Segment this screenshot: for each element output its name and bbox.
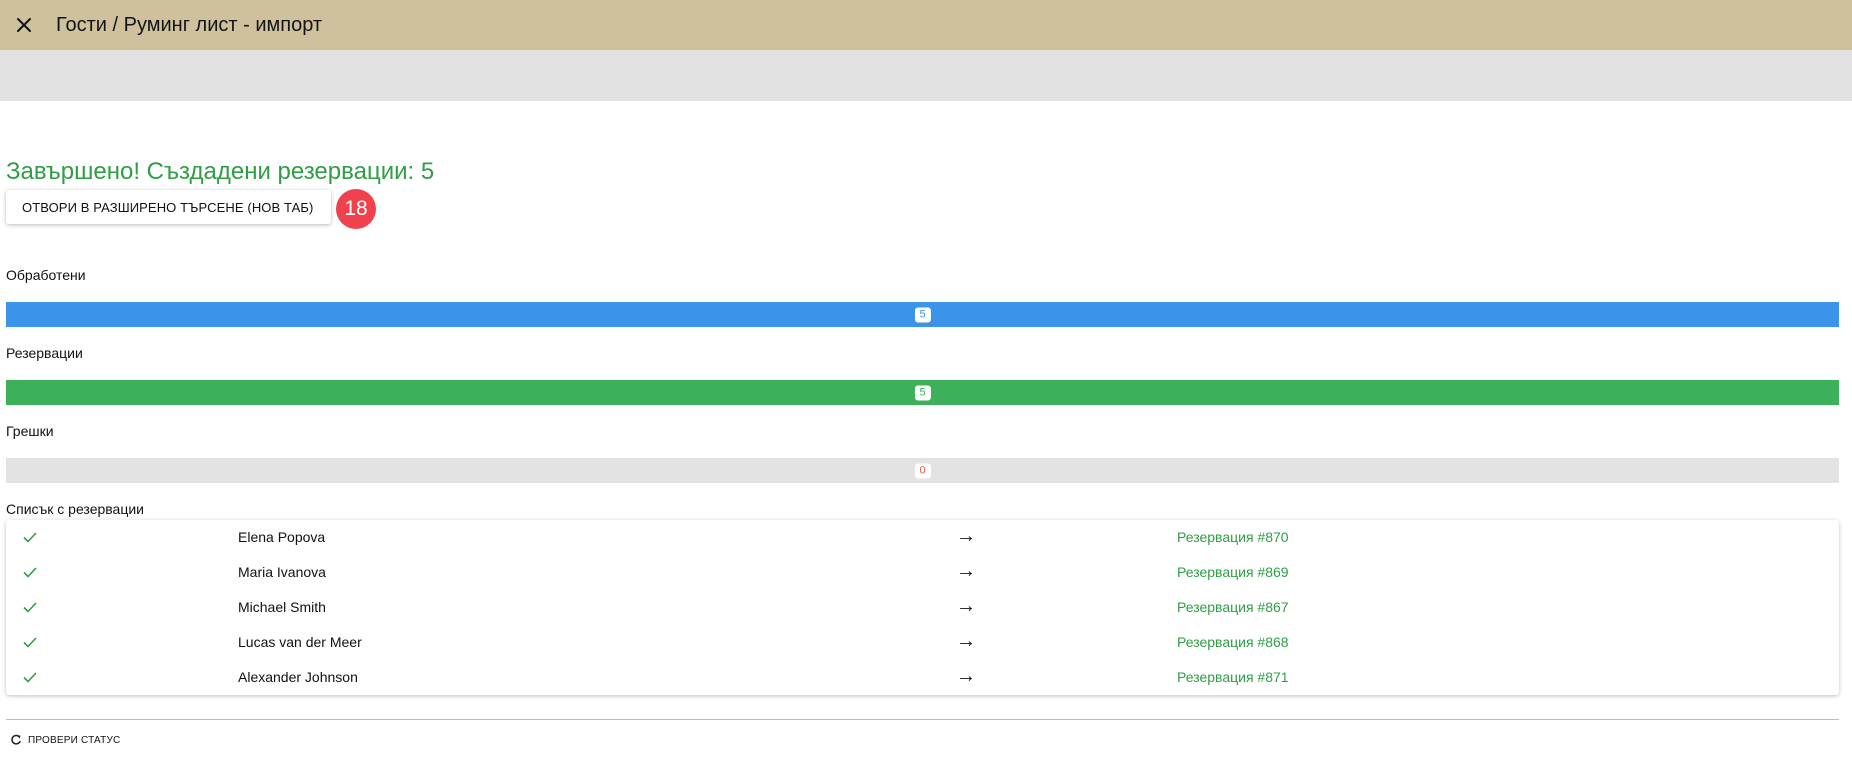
divider (6, 719, 1839, 720)
reservation-list: Elena Popova → Резервация #870 Maria Iva… (6, 520, 1839, 695)
arrow-icon: → (956, 525, 976, 547)
check-icon (23, 567, 37, 578)
reservations-value: 5 (914, 385, 931, 400)
count-badge: 18 (336, 189, 376, 229)
reservation-link[interactable]: Резервация #869 (1177, 564, 1289, 580)
arrow-icon: → (956, 665, 976, 687)
guest-name: Alexander Johnson (238, 669, 358, 685)
check-status-label: ПРОВЕРИ СТАТУС (28, 734, 121, 746)
processed-value: 5 (914, 307, 931, 322)
guest-name: Michael Smith (238, 599, 326, 615)
check-icon (23, 532, 37, 543)
reservations-progress-bar: 5 (6, 380, 1839, 405)
guest-name: Maria Ivanova (238, 564, 326, 580)
guest-name: Lucas van der Meer (238, 634, 362, 650)
errors-value: 0 (914, 463, 931, 478)
errors-progress-bar: 0 (6, 458, 1839, 483)
close-button[interactable] (11, 12, 37, 38)
reservation-link[interactable]: Резервация #870 (1177, 529, 1289, 545)
close-icon (17, 18, 31, 32)
list-item: Lucas van der Meer → Резервация #868 (6, 625, 1839, 660)
check-icon (23, 602, 37, 613)
arrow-icon: → (956, 560, 976, 582)
processed-progress-bar: 5 (6, 302, 1839, 327)
processed-label: Обработени (6, 267, 86, 283)
errors-label: Грешки (6, 423, 54, 439)
open-advanced-search-button[interactable]: ОТВОРИ В РАЗШИРЕНО ТЪРСЕНЕ (НОВ ТАБ) (6, 190, 331, 224)
toolbar-strip (0, 50, 1852, 101)
reservation-list-title: Списък с резервации (6, 501, 144, 517)
refresh-icon (11, 734, 21, 745)
guest-name: Elena Popova (238, 529, 326, 545)
arrow-icon: → (956, 630, 976, 652)
arrow-icon: → (956, 595, 976, 617)
check-status-button[interactable]: ПРОВЕРИ СТАТУС (6, 730, 124, 750)
list-item: Michael Smith → Резервация #867 (6, 590, 1839, 625)
reservation-link[interactable]: Резервация #868 (1177, 634, 1289, 650)
completion-heading: Завършено! Създадени резервации: 5 (6, 158, 435, 185)
list-item: Maria Ivanova → Резервация #869 (6, 555, 1839, 590)
check-icon (23, 672, 37, 683)
check-icon (23, 637, 37, 648)
list-item: Elena Popova → Резервация #870 (6, 520, 1839, 555)
reservation-link[interactable]: Резервация #871 (1177, 669, 1289, 685)
header-bar: Гости / Руминг лист - импорт (0, 0, 1852, 50)
page-title: Гости / Руминг лист - импорт (56, 13, 323, 36)
reservations-label: Резервации (6, 345, 83, 361)
list-item: Alexander Johnson → Резервация #871 (6, 660, 1839, 695)
reservation-link[interactable]: Резервация #867 (1177, 599, 1289, 615)
